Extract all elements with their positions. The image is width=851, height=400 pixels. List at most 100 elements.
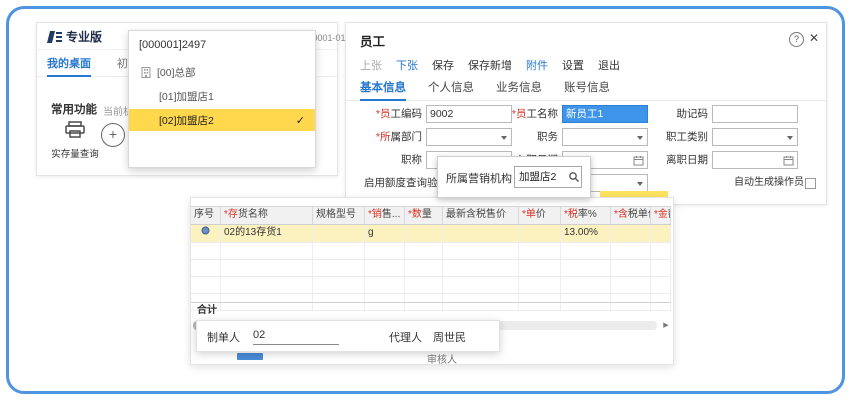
col-header-tax-rate[interactable]: *税率% <box>561 207 611 224</box>
empty-cell <box>443 260 519 276</box>
menu-settings[interactable]: 设置 <box>562 57 584 73</box>
printer-report-icon <box>64 121 86 139</box>
org-item-store1[interactable]: [01]加盟店1 <box>129 85 315 107</box>
add-shortcut-button[interactable]: + <box>101 123 125 147</box>
empty-cell <box>561 277 611 293</box>
tab-personal-info[interactable]: 个人信息 <box>428 79 474 99</box>
marketing-org-lookup-popup: 所属营销机构 加盟店2 <box>437 156 591 198</box>
tab-account-info[interactable]: 账号信息 <box>564 79 610 99</box>
org-item-store2-selected[interactable]: [02]加盟店2 ✓ <box>129 109 315 131</box>
table-row-selected[interactable]: 02的13存货1 g 13.00% <box>191 225 671 243</box>
menu-attachment[interactable]: 附件 <box>526 57 548 73</box>
auto-operator-label: 自动生成操作员 <box>734 174 804 192</box>
emp-code-label: *员工编码 <box>348 105 422 123</box>
empty-cell <box>313 243 365 259</box>
menu-save[interactable]: 保存 <box>432 57 454 73</box>
duty-label: 职务 <box>496 128 558 146</box>
empty-cell <box>561 260 611 276</box>
section-common-functions: 常用功能 <box>51 101 97 117</box>
empty-cell <box>365 260 405 276</box>
col-header-spec[interactable]: 规格型号 <box>313 207 365 224</box>
empty-cell <box>519 277 561 293</box>
app-logo: 专业版 <box>47 28 102 45</box>
agent-label: 代理人 <box>389 329 422 345</box>
menu-save-new[interactable]: 保存新增 <box>468 57 512 73</box>
total-label: 合计 <box>197 305 217 316</box>
department-label: *所属部门 <box>348 128 422 146</box>
empty-cell <box>313 260 365 276</box>
col-header-unit-price[interactable]: *单价 <box>519 207 561 224</box>
mnemonic-label: 助记码 <box>652 105 708 123</box>
empty-cell <box>191 277 221 293</box>
table-header-row: 序号 *存货名称 规格型号 *销售... *数量 最新含税售价 *单价 *税率%… <box>191 206 671 225</box>
menu-prev[interactable]: 上张 <box>360 57 382 73</box>
help-button[interactable]: ? <box>789 32 804 47</box>
question-icon: ? <box>794 34 799 44</box>
col-header-latest-price[interactable]: 最新含税售价 <box>443 207 519 224</box>
menu-exit[interactable]: 退出 <box>598 57 620 73</box>
latest-price-cell <box>443 225 519 242</box>
unit-price-cell <box>519 225 561 242</box>
credit-check-label: 启用额度查询验密 <box>346 174 448 192</box>
logo-text: 专业版 <box>66 28 102 45</box>
empty-cell <box>561 243 611 259</box>
chevron-down-icon <box>637 136 643 140</box>
row-seq-cell <box>191 225 221 242</box>
tab-my-desktop[interactable]: 我的桌面 <box>47 55 91 77</box>
tab-business-info[interactable]: 业务信息 <box>496 79 542 99</box>
empty-cell <box>651 277 671 293</box>
col-header-seq[interactable]: 序号 <box>191 207 221 224</box>
shortcut-inventory-query[interactable]: 实存量查询 <box>43 121 107 160</box>
inventory-table: 序号 *存货名称 规格型号 *销售... *数量 最新含税售价 *单价 *税率%… <box>191 206 671 311</box>
auto-operator-checkbox[interactable] <box>805 178 816 189</box>
empty-cell <box>365 277 405 293</box>
employee-tab-bar: 基本信息 个人信息 业务信息 账号信息 <box>346 79 826 101</box>
search-icon[interactable] <box>568 171 580 183</box>
duty-select[interactable] <box>562 128 648 146</box>
scrollbar-right-arrow[interactable]: ▶ <box>661 321 671 330</box>
building-icon <box>141 67 151 78</box>
reviewer-label: 审核人 <box>427 351 457 366</box>
emp-category-select[interactable] <box>712 128 798 146</box>
spec-cell <box>313 225 365 242</box>
empty-cell <box>651 260 671 276</box>
inventory-name-cell: 02的13存货1 <box>221 225 313 242</box>
inventory-row-icon <box>201 226 210 235</box>
agent-value[interactable]: 周世民 <box>433 329 466 345</box>
org-item-headquarters[interactable]: [00]总部 <box>129 61 315 83</box>
col-header-amount[interactable]: *金额 <box>651 207 671 224</box>
col-header-inventory-name[interactable]: *存货名称 <box>221 207 313 224</box>
org-item-label: [00]总部 <box>157 65 196 80</box>
table-row-empty[interactable] <box>191 260 671 277</box>
empty-cell <box>405 277 443 293</box>
close-button[interactable]: ✕ <box>809 31 819 45</box>
tax-price-cell <box>611 225 651 242</box>
col-header-sales-unit[interactable]: *销售... <box>365 207 405 224</box>
table-row-empty[interactable] <box>191 243 671 260</box>
maker-value-input[interactable]: 02 <box>253 329 339 345</box>
menu-next[interactable]: 下张 <box>396 57 418 73</box>
empty-cell <box>221 260 313 276</box>
emp-name-input[interactable]: 新员工1 <box>562 105 648 123</box>
calendar-icon <box>783 155 794 166</box>
emp-name-label: *员工名称 <box>496 105 558 123</box>
table-total-row: 合计 <box>191 302 671 318</box>
empty-cell <box>651 243 671 259</box>
leave-date-input[interactable] <box>712 151 798 169</box>
col-header-quantity[interactable]: *数量 <box>405 207 443 224</box>
empty-cell <box>519 243 561 259</box>
col-header-tax-price[interactable]: *含税单价 <box>611 207 651 224</box>
leave-date-label: 离职日期 <box>652 151 708 169</box>
screenshot-root: 专业版 [000001]2497 ∧ 2021-10-11 有效期 0001-0… <box>0 0 851 400</box>
empty-cell <box>611 260 651 276</box>
empty-cell <box>191 243 221 259</box>
chevron-down-icon <box>787 136 793 140</box>
tab-basic-info[interactable]: 基本信息 <box>360 79 406 101</box>
lookup-input[interactable]: 加盟店2 <box>514 166 582 188</box>
table-row-empty[interactable] <box>191 277 671 294</box>
empty-cell <box>313 277 365 293</box>
emp-code-value: 9002 <box>430 108 453 120</box>
employee-menu-bar: 上张 下张 保存 保存新增 附件 设置 退出 <box>360 57 620 73</box>
emp-category-label: 职工类别 <box>652 128 708 146</box>
mnemonic-input[interactable] <box>712 105 798 123</box>
